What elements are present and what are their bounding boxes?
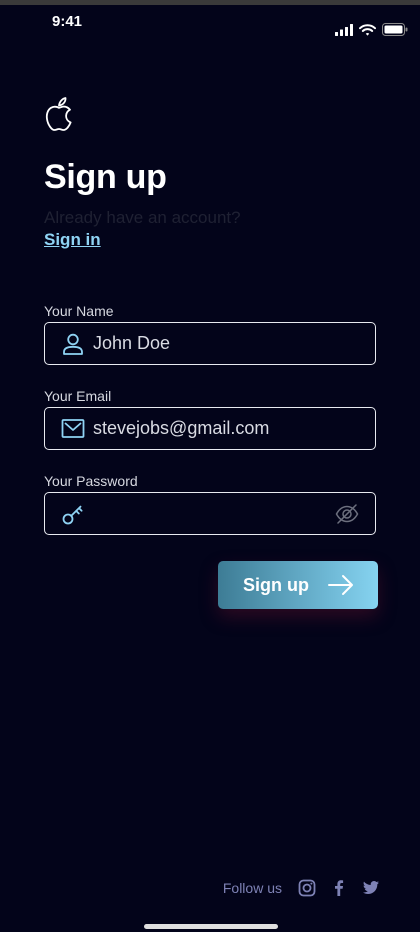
key-icon xyxy=(62,505,83,525)
status-time: 9:41 xyxy=(52,13,83,30)
apple-logo-icon xyxy=(45,97,72,131)
signal-icon xyxy=(335,23,353,36)
email-field[interactable] xyxy=(44,407,376,450)
password-label: Your Password xyxy=(44,473,138,489)
twitter-icon[interactable] xyxy=(362,879,380,897)
home-indicator xyxy=(144,924,278,929)
email-input[interactable] xyxy=(93,408,363,449)
follow-us-label: Follow us xyxy=(222,880,282,896)
password-input[interactable] xyxy=(93,493,363,534)
user-icon xyxy=(63,333,83,355)
name-input[interactable] xyxy=(93,323,363,364)
battery-icon xyxy=(382,23,408,36)
mail-icon xyxy=(61,419,85,438)
signin-link[interactable]: Sign in xyxy=(44,230,101,250)
password-field[interactable] xyxy=(44,492,376,535)
name-label: Your Name xyxy=(44,303,114,319)
page-title: Sign up xyxy=(44,158,167,196)
status-icons xyxy=(335,23,408,36)
name-field[interactable] xyxy=(44,322,376,365)
arrow-right-icon xyxy=(328,575,353,595)
signup-button-label: Sign up xyxy=(243,575,309,595)
facebook-icon[interactable] xyxy=(330,879,348,897)
wifi-icon xyxy=(359,23,376,36)
signup-button[interactable]: Sign up xyxy=(218,561,378,609)
instagram-icon[interactable] xyxy=(298,879,316,897)
signin-prompt: Already have an account? xyxy=(44,208,241,227)
social-footer: Follow us xyxy=(223,879,380,897)
email-label: Your Email xyxy=(44,388,112,404)
eye-off-icon[interactable] xyxy=(335,503,359,525)
status-bar: 9:41 xyxy=(0,5,420,45)
